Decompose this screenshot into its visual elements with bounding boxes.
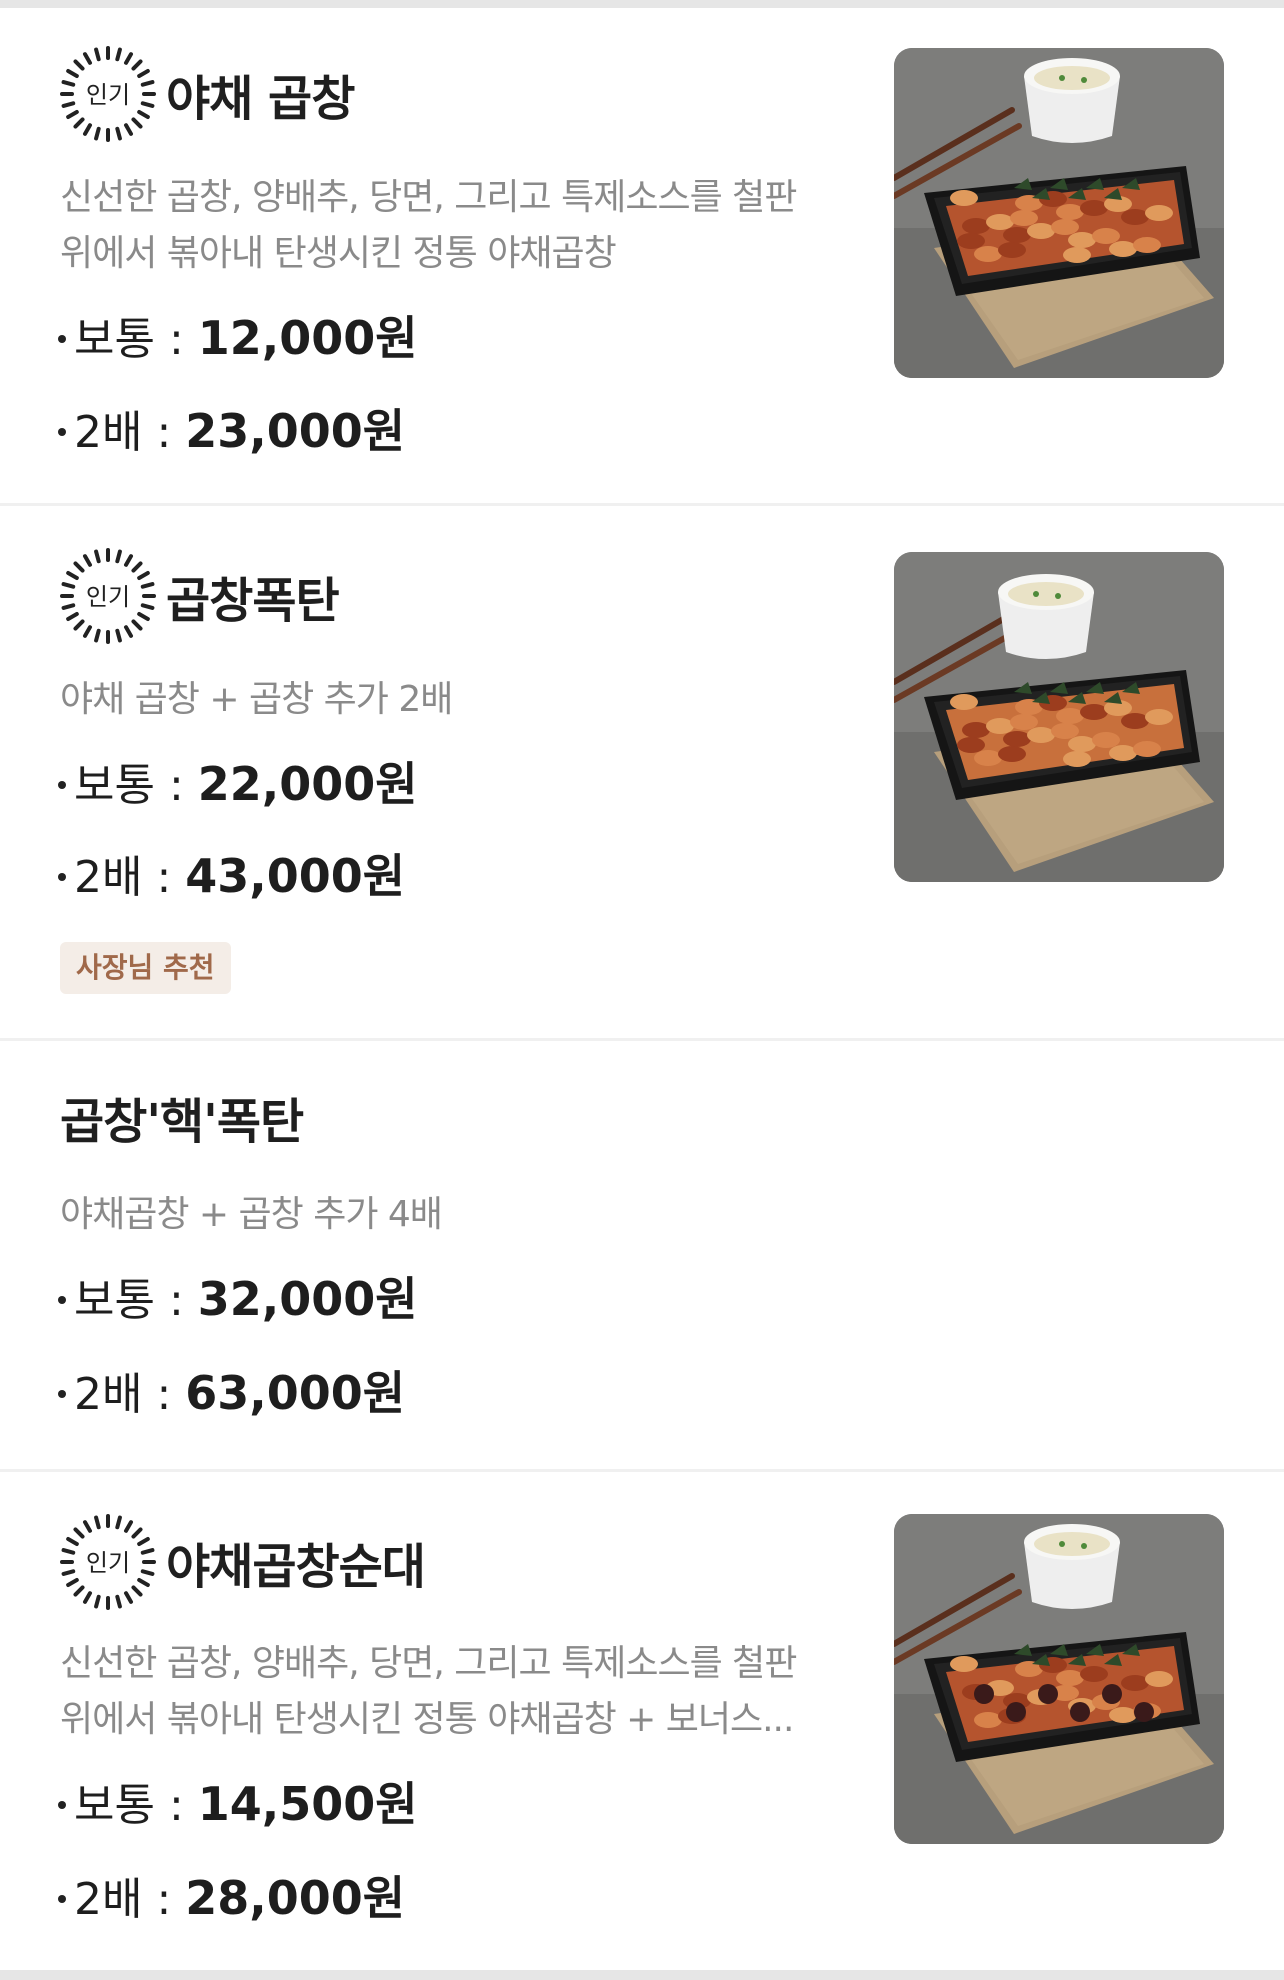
item-name: 야채곱창순대 (166, 1539, 426, 1595)
bullet-icon (58, 1895, 66, 1903)
price-regular: 보통 : 32,000원 (56, 1269, 418, 1329)
item-description: 신선한 곱창, 양배추, 당면, 그리고 특제소스를 철판 위에서 볶아내 탄생… (60, 1643, 797, 1740)
bullet-icon (58, 428, 66, 436)
bullet-icon (58, 781, 66, 789)
svg-text:인기: 인기 (86, 81, 130, 109)
menu-item-yachae-gopchang[interactable]: 인기 야채 곱창 신선한 곱창, 양배추, 당면, 그리고 특제소스를 철판 위… (0, 8, 1284, 506)
item-name: 야채 곱창 (166, 71, 355, 127)
item-description: 야채곱창 + 곱창 추가 4배 (60, 1194, 443, 1235)
svg-text:인기: 인기 (86, 1549, 130, 1577)
item-title-row: 인기 야채곱창순대 (60, 1514, 426, 1610)
item-name: 곱창'핵'폭탄 (60, 1094, 304, 1150)
food-photo-gopchang-poktan[interactable] (894, 552, 1224, 882)
item-description: 야채 곱창 + 곱창 추가 2배 (60, 679, 453, 720)
popular-badge-icon: 인기 (60, 1514, 156, 1610)
owner-recommend-tag: 사장님 추천 (60, 942, 231, 994)
svg-text:인기: 인기 (86, 583, 130, 611)
bottom-divider (0, 1970, 1284, 1980)
popular-badge-icon: 인기 (60, 548, 156, 644)
item-title-row: 인기 곱창폭탄 (60, 548, 340, 644)
item-title-row: 곱창'핵'폭탄 (60, 1069, 304, 1165)
popular-badge-icon: 인기 (60, 46, 156, 142)
bullet-icon (58, 1390, 66, 1398)
item-name: 곱창폭탄 (166, 573, 340, 629)
food-photo-yachae-gopchang-sundae[interactable] (894, 1514, 1224, 1844)
bullet-icon (58, 335, 66, 343)
food-photo-yachae-gopchang[interactable] (894, 48, 1224, 378)
item-description: 신선한 곱창, 양배추, 당면, 그리고 특제소스를 철판 위에서 볶아내 탄생… (60, 177, 797, 274)
menu-item-gopchang-haek-poktan[interactable]: 곱창'핵'폭탄 야채곱창 + 곱창 추가 4배 보통 : 32,000원 2배 … (0, 1041, 1284, 1472)
bullet-icon (58, 873, 66, 881)
bullet-icon (58, 1296, 66, 1304)
price-double: 2배 : 23,000원 (56, 401, 405, 461)
price-double: 2배 : 28,000원 (56, 1868, 405, 1928)
item-title-row: 인기 야채 곱창 (60, 46, 355, 142)
price-regular: 보통 : 14,500원 (56, 1774, 418, 1834)
price-regular: 보통 : 22,000원 (56, 754, 418, 814)
menu-item-yachae-gopchang-sundae[interactable]: 인기 야채곱창순대 신선한 곱창, 양배추, 당면, 그리고 특제소스를 철판 … (0, 1472, 1284, 1970)
menu-item-gopchang-poktan[interactable]: 인기 곱창폭탄 야채 곱창 + 곱창 추가 2배 보통 : 22,000원 2배… (0, 506, 1284, 1041)
price-regular: 보통 : 12,000원 (56, 308, 418, 368)
price-double: 2배 : 43,000원 (56, 846, 405, 906)
bullet-icon (58, 1801, 66, 1809)
price-double: 2배 : 63,000원 (56, 1363, 405, 1423)
top-divider (0, 0, 1284, 8)
